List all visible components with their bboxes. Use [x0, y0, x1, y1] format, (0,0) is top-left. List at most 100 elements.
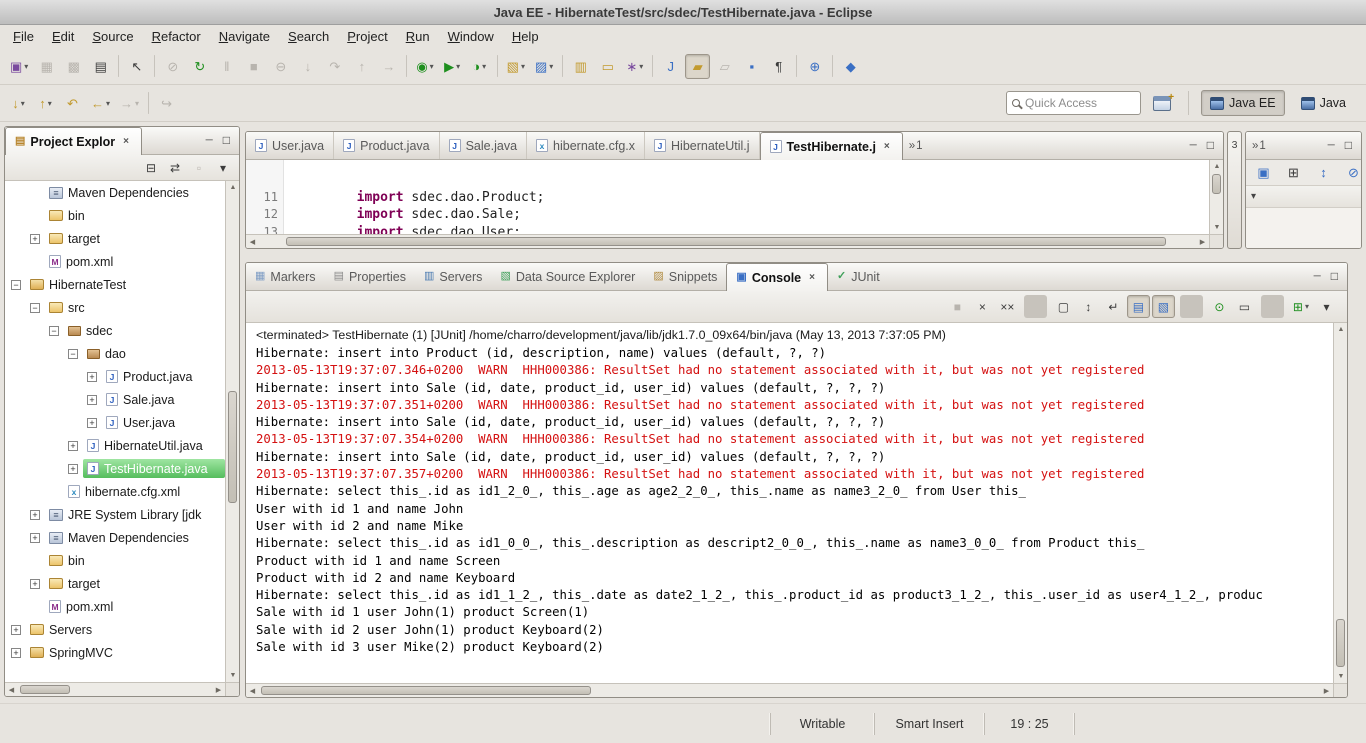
- scroll-down-icon[interactable]: ▼: [1334, 670, 1347, 683]
- java-editor-button[interactable]: J: [658, 54, 683, 79]
- expand-toggle-icon[interactable]: +: [87, 417, 97, 428]
- save-button[interactable]: ▦: [34, 54, 59, 79]
- bottom-view-tab[interactable]: Properties: [325, 263, 415, 290]
- menu-item[interactable]: Source: [83, 27, 142, 46]
- minimized-view-stack[interactable]: 3: [1227, 131, 1242, 249]
- console-toolbar-button[interactable]: [1023, 295, 1047, 318]
- editor-tab[interactable]: Product.java: [334, 132, 440, 159]
- terminate-button[interactable]: ■: [241, 54, 266, 79]
- console-toolbar-button[interactable]: [1260, 295, 1284, 318]
- scroll-up-icon[interactable]: ▲: [1210, 160, 1223, 173]
- word-wrap-button[interactable]: ↵: [1102, 295, 1125, 318]
- tree-item[interactable]: − sdec: [5, 319, 225, 342]
- maximize-button[interactable]: [1207, 139, 1214, 152]
- perspective-button[interactable]: Java EE: [1201, 90, 1285, 116]
- tree-item[interactable]: bin: [5, 204, 225, 227]
- show-on-stderr-button[interactable]: ▧: [1151, 295, 1175, 318]
- clear-console-button[interactable]: ▢: [1052, 295, 1075, 318]
- view-menu-button[interactable]: ▾: [212, 157, 234, 179]
- console-vertical-scrollbar[interactable]: ▲ ▼: [1333, 323, 1347, 683]
- disconnect-button[interactable]: ⊖: [268, 54, 293, 79]
- last-edit-location-button[interactable]: ↶: [60, 91, 85, 116]
- expand-toggle-icon[interactable]: +: [87, 371, 97, 382]
- toolbar-button[interactable]: [406, 55, 408, 77]
- tree-item[interactable]: + HibernateUtil.java: [5, 434, 225, 457]
- editor-tab[interactable]: hibernate.cfg.x: [527, 132, 646, 159]
- print-button[interactable]: ▤: [88, 54, 113, 79]
- step-return-button[interactable]: ↑: [349, 54, 374, 79]
- console-view-menu-button[interactable]: ▾: [1315, 295, 1338, 318]
- tree-item[interactable]: + User.java: [5, 411, 225, 434]
- suspend-button[interactable]: ‖: [214, 54, 239, 79]
- expand-toggle-icon[interactable]: +: [30, 578, 40, 589]
- perspective-button[interactable]: Java: [1292, 90, 1355, 116]
- code-editor[interactable]: 11 import sdec.dao.Product; 12 import sdec…: [246, 160, 1209, 234]
- toolbar-button[interactable]: [796, 55, 798, 77]
- previous-annotation-button[interactable]: ↑: [33, 91, 58, 116]
- scroll-right-icon[interactable]: ▶: [1196, 235, 1209, 248]
- next-annotation-button[interactable]: ↓: [6, 91, 31, 116]
- select-pointer-button[interactable]: ↖: [124, 54, 149, 79]
- toolbar-button[interactable]: [154, 55, 156, 77]
- expand-toggle-icon[interactable]: −: [68, 348, 78, 359]
- maximize-button[interactable]: [223, 134, 230, 147]
- menu-item[interactable]: Navigate: [210, 27, 279, 46]
- explorer-horizontal-scrollbar[interactable]: ◀ ▶: [5, 682, 225, 696]
- back-button[interactable]: ←: [87, 91, 114, 116]
- explorer-view-tab[interactable]: Project Explor: [5, 127, 142, 155]
- minimize-button[interactable]: [1314, 272, 1321, 282]
- maximize-button[interactable]: [1331, 270, 1338, 283]
- menu-item[interactable]: File: [4, 27, 43, 46]
- step-over-button[interactable]: ↷: [322, 54, 347, 79]
- scroll-down-icon[interactable]: ▼: [1210, 221, 1223, 234]
- close-icon[interactable]: [806, 271, 818, 284]
- wizard-button[interactable]: ∗: [622, 54, 647, 79]
- expand-toggle-icon[interactable]: +: [68, 440, 78, 451]
- remove-launch-button[interactable]: ×: [971, 295, 994, 318]
- minimize-button[interactable]: [1328, 141, 1335, 151]
- tree-item[interactable]: bin: [5, 549, 225, 572]
- tree-item[interactable]: + SpringMVC: [5, 641, 225, 664]
- expand-toggle-icon[interactable]: +: [68, 463, 78, 474]
- scrollbar-thumb[interactable]: [228, 391, 237, 503]
- new-web-component-button[interactable]: ▨: [531, 54, 557, 79]
- tree-item[interactable]: + target: [5, 227, 225, 250]
- coverage-button[interactable]: ◑: [467, 54, 492, 79]
- scrollbar-thumb[interactable]: [20, 685, 70, 694]
- collapse-all-button[interactable]: ⊟: [140, 157, 162, 179]
- bottom-view-tab[interactable]: Markers: [246, 263, 325, 290]
- console-output[interactable]: <terminated> TestHibernate (1) [JUnit] /…: [246, 323, 1333, 683]
- editor-tab[interactable]: HibernateUtil.j: [645, 132, 760, 159]
- minimize-button[interactable]: [1190, 141, 1197, 151]
- pin-console-button[interactable]: ⊙: [1208, 295, 1231, 318]
- editor-vertical-scrollbar[interactable]: ▲ ▼: [1209, 160, 1223, 234]
- expand-toggle-icon[interactable]: +: [87, 394, 97, 405]
- scroll-left-icon[interactable]: ◀: [246, 235, 259, 248]
- search-button[interactable]: ◆: [838, 54, 863, 79]
- menu-item[interactable]: Project: [338, 27, 396, 46]
- tree-item[interactable]: + Product.java: [5, 365, 225, 388]
- console-toolbar-button[interactable]: [1179, 295, 1203, 318]
- scroll-down-icon[interactable]: ▼: [226, 669, 239, 682]
- show-on-stdout-button[interactable]: ▤: [1126, 295, 1150, 318]
- skip-breakpoints-button[interactable]: ⊘: [160, 54, 185, 79]
- explorer-vertical-scrollbar[interactable]: ▲ ▼: [225, 181, 239, 682]
- tree-item[interactable]: − dao: [5, 342, 225, 365]
- web-browser-button[interactable]: ⊕: [802, 54, 827, 79]
- mark-occurrences-button[interactable]: ▰: [685, 53, 711, 79]
- scroll-up-icon[interactable]: ▲: [226, 181, 239, 194]
- bottom-view-tab[interactable]: JUnit: [828, 263, 889, 290]
- restart-button[interactable]: ↻: [187, 54, 212, 79]
- menu-item[interactable]: Refactor: [143, 27, 210, 46]
- menu-item[interactable]: Search: [279, 27, 338, 46]
- scrollbar-thumb[interactable]: [261, 686, 591, 695]
- expand-toggle-icon[interactable]: −: [30, 302, 40, 313]
- expand-toggle-icon[interactable]: +: [11, 624, 21, 635]
- scroll-right-icon[interactable]: ▶: [1320, 684, 1333, 697]
- step-into-button[interactable]: ↓: [295, 54, 320, 79]
- tab-overflow-button[interactable]: 1: [1246, 132, 1272, 159]
- open-type-button[interactable]: ▪: [739, 54, 764, 79]
- tree-item[interactable]: pom.xml: [5, 250, 225, 273]
- tree-item[interactable]: + Servers: [5, 618, 225, 641]
- quick-access-input[interactable]: [1025, 96, 1136, 110]
